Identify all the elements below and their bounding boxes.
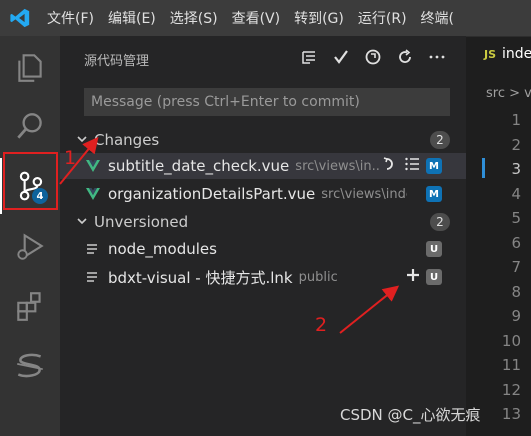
line-number: 9 — [511, 307, 521, 325]
file-name: node_modules — [108, 240, 217, 258]
menu-file[interactable]: 文件(F) — [40, 8, 101, 28]
file-name: bdxt-visual - 快捷方式.lnk — [108, 268, 293, 287]
line-number: 2 — [511, 135, 521, 154]
refresh-history-icon[interactable] — [362, 46, 384, 68]
file-path: src\views\index... — [321, 186, 407, 202]
extensions-button[interactable] — [0, 278, 60, 334]
chevron-down-icon — [76, 215, 90, 230]
line-number: 5 — [511, 209, 521, 227]
line-number: 12 — [501, 380, 521, 399]
unversioned-count-badge: 2 — [430, 213, 450, 231]
unversioned-file-row[interactable]: bdxt-visual - 快捷方式.lnk public U — [60, 264, 466, 290]
file-row-actions — [382, 156, 420, 176]
line-number: 11 — [501, 356, 521, 374]
changes-label: Changes — [94, 131, 160, 149]
panel-title: 源代码管理 — [84, 54, 150, 69]
unversioned-group-header[interactable]: Unversioned 2 — [60, 209, 466, 235]
file-path: src\views\in... — [295, 158, 382, 174]
untracked-status-badge: U — [426, 241, 442, 257]
editor-area: JS inde src > v 1 2 3 4 5 6 7 8 9 10 11 … — [466, 36, 531, 436]
chevron-down-icon — [76, 133, 90, 148]
menu-selection[interactable]: 选择(S) — [163, 8, 225, 28]
untracked-status-badge: U — [426, 269, 442, 285]
js-file-icon: JS — [484, 47, 497, 61]
refresh-icon[interactable] — [394, 46, 416, 68]
changes-count-badge: 2 — [430, 131, 450, 149]
commit-check-icon[interactable] — [330, 46, 352, 68]
more-actions-icon[interactable] — [426, 46, 448, 68]
generic-file-icon — [86, 271, 102, 283]
vue-file-icon — [86, 160, 102, 172]
annotation-highlight-box — [3, 152, 58, 210]
svn-s-icon — [17, 353, 43, 378]
panel-actions — [298, 46, 448, 68]
line-number: 3 — [511, 160, 521, 178]
changes-group-header[interactable]: Changes 2 — [60, 127, 466, 153]
line-number: 4 — [511, 184, 521, 203]
menu-go[interactable]: 转到(G) — [287, 8, 351, 28]
generic-file-icon — [86, 243, 102, 255]
source-control-panel: 源代码管理 Changes 2 — [60, 36, 466, 436]
changed-file-row[interactable]: organizationDetailsPart.vue src\views\in… — [60, 181, 466, 207]
line-number: 7 — [511, 258, 521, 276]
search-icon — [17, 113, 42, 139]
vscode-window: 文件(F) 编辑(E) 选择(S) 查看(V) 转到(G) 运行(R) 终端( — [0, 0, 531, 436]
menu-bar: 文件(F) 编辑(E) 选择(S) 查看(V) 转到(G) 运行(R) 终端( — [0, 0, 531, 36]
changed-file-row[interactable]: subtitle_date_check.vue src\views\in... … — [60, 153, 466, 179]
editor-tab[interactable]: JS inde — [466, 36, 531, 71]
vue-file-icon — [86, 188, 102, 200]
run-debug-icon — [17, 233, 44, 260]
watermark: CSDN @C_心欲无痕 — [340, 406, 481, 424]
modified-status-badge: M — [426, 186, 442, 202]
line-number: 13 — [501, 405, 521, 423]
annotation-label-2: 2 — [315, 314, 328, 336]
menu-terminal[interactable]: 终端( — [414, 8, 461, 28]
run-debug-button[interactable] — [0, 218, 60, 274]
annotation-label-1: 1 — [64, 147, 77, 169]
commit-message-input[interactable] — [84, 88, 450, 116]
modified-status-badge: M — [426, 158, 442, 174]
activity-bar: 4 — [0, 36, 60, 436]
unversioned-label: Unversioned — [94, 213, 189, 231]
file-name: organizationDetailsPart.vue — [108, 185, 316, 203]
modified-line-marker — [482, 158, 485, 178]
line-number: 6 — [511, 233, 521, 252]
tab-label: inde — [502, 46, 531, 62]
add-plus-icon[interactable] — [406, 267, 420, 286]
menu-view[interactable]: 查看(V) — [225, 8, 288, 28]
view-as-list-icon[interactable] — [298, 46, 320, 68]
line-number: 8 — [511, 282, 521, 301]
explorer-button[interactable] — [0, 40, 60, 96]
extensions-icon — [17, 292, 41, 321]
svn-button[interactable] — [0, 338, 60, 394]
file-name: subtitle_date_check.vue — [108, 157, 290, 175]
menu-run[interactable]: 运行(R) — [351, 8, 414, 28]
list-actions-icon[interactable] — [404, 156, 420, 176]
file-path: public — [298, 269, 338, 285]
menu-edit[interactable]: 编辑(E) — [101, 8, 163, 28]
line-number: 10 — [501, 331, 521, 350]
line-number: 1 — [511, 111, 521, 129]
file-row-actions — [406, 267, 420, 286]
revert-icon[interactable] — [382, 156, 398, 176]
unversioned-file-row[interactable]: node_modules U — [60, 236, 466, 262]
vscode-logo-icon — [0, 0, 40, 36]
line-numbers: 1 2 3 4 5 6 7 8 9 10 11 12 13 — [502, 108, 521, 427]
breadcrumb[interactable]: src > v — [486, 86, 531, 101]
search-button[interactable] — [0, 98, 60, 154]
files-icon — [18, 54, 42, 82]
